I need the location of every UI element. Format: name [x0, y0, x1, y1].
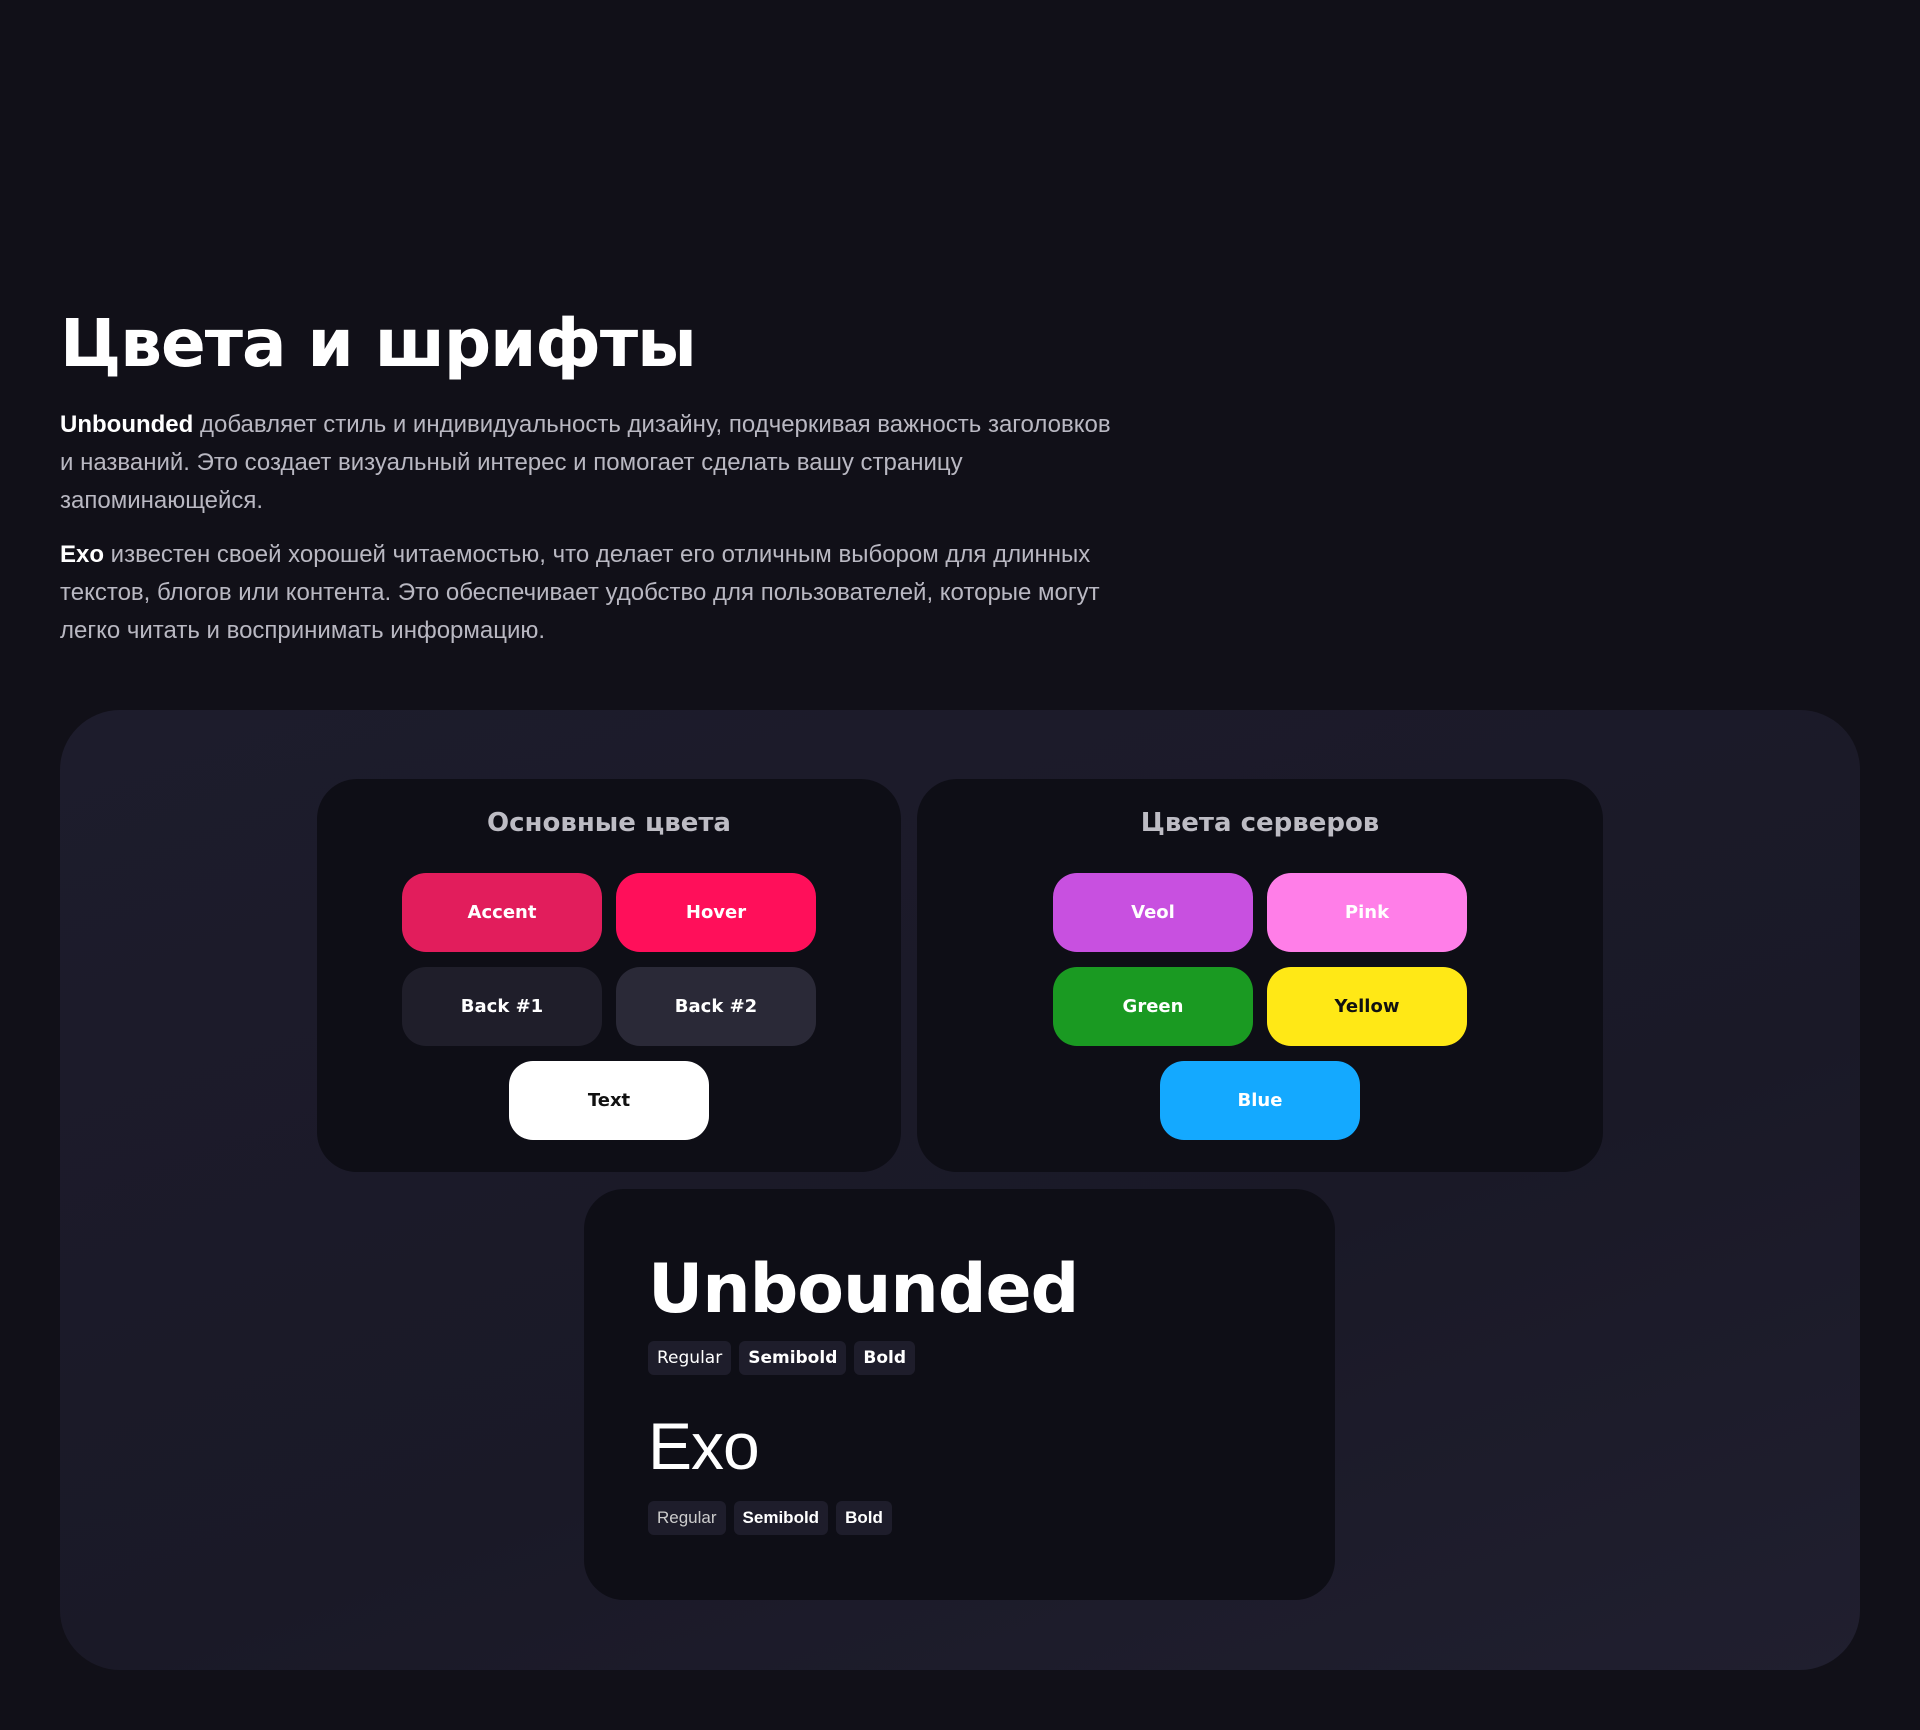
intro-text: известен своей хорошей читаемостью, что … [60, 541, 1100, 644]
intro-text: добавляет стиль и индивидуальность дизай… [60, 411, 1111, 514]
weight-tag: Regular [648, 1501, 726, 1535]
swatch-back-1: Back #1 [402, 967, 602, 1046]
swatch-back-2: Back #2 [616, 967, 816, 1046]
font-name: Exo [60, 541, 105, 568]
font-sample-exo: Exo [648, 1409, 760, 1483]
weight-tag: Bold [836, 1501, 892, 1535]
swatch-text: Text [509, 1061, 709, 1140]
page-title: Цвета и шрифты [60, 305, 697, 382]
unbounded-weights: Regular Semibold Bold [648, 1341, 916, 1375]
weight-tag: Semibold [739, 1341, 847, 1375]
weight-tag: Bold [854, 1341, 916, 1375]
swatch-green: Green [1053, 967, 1253, 1046]
swatch-veol: Veol [1053, 873, 1253, 952]
intro-unbounded: Unbounded добавляет стиль и индивидуальн… [60, 406, 1120, 520]
font-name: Unbounded [60, 411, 194, 438]
card-title: Основные цвета [487, 808, 731, 838]
swatch-blue: Blue [1160, 1061, 1360, 1140]
card-title: Цвета серверов [1140, 808, 1380, 838]
swatch-pink: Pink [1267, 873, 1467, 952]
exo-weights: Regular Semibold Bold [648, 1501, 892, 1535]
intro-exo: Exo известен своей хорошей читаемостью, … [60, 536, 1120, 650]
weight-tag: Semibold [733, 1501, 829, 1535]
weight-tag: Regular [648, 1341, 732, 1375]
swatch-hover: Hover [616, 873, 816, 952]
font-sample-unbounded: Unbounded [648, 1250, 1079, 1329]
swatch-yellow: Yellow [1267, 967, 1467, 1046]
swatch-accent: Accent [402, 873, 602, 952]
